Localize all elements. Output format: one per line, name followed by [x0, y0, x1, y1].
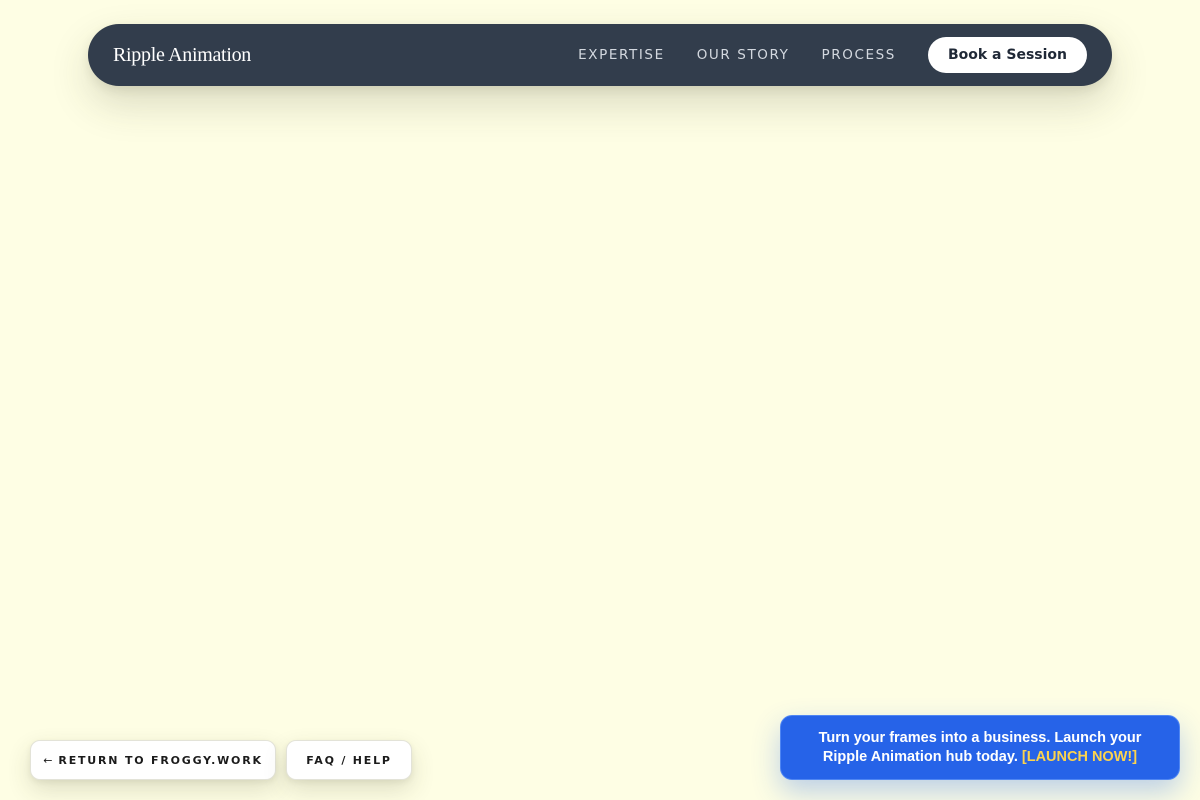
launch-now-link[interactable]: [LAUNCH NOW!]: [1022, 749, 1137, 765]
book-session-button[interactable]: Book a Session: [927, 37, 1087, 73]
faq-help-button[interactable]: FAQ / HELP: [286, 740, 412, 780]
return-to-froggy-button[interactable]: ← RETURN TO FROGGY.WORK: [30, 740, 276, 780]
nav-link-our-story[interactable]: OUR STORY: [697, 47, 790, 63]
top-navbar: Ripple Animation EXPERTISE OUR STORY PRO…: [88, 24, 1112, 86]
nav-link-expertise[interactable]: EXPERTISE: [578, 47, 665, 63]
promo-message: Turn your frames into a business. Launch…: [811, 729, 1149, 767]
promo-banner[interactable]: Turn your frames into a business. Launch…: [780, 715, 1180, 780]
nav-link-process[interactable]: PROCESS: [822, 47, 896, 63]
arrow-left-icon: ←: [43, 753, 53, 767]
brand-logo[interactable]: Ripple Animation: [113, 44, 251, 67]
nav-links: EXPERTISE OUR STORY PROCESS Book a Sessi…: [578, 37, 1087, 73]
return-button-label: RETURN TO FROGGY.WORK: [58, 753, 263, 767]
